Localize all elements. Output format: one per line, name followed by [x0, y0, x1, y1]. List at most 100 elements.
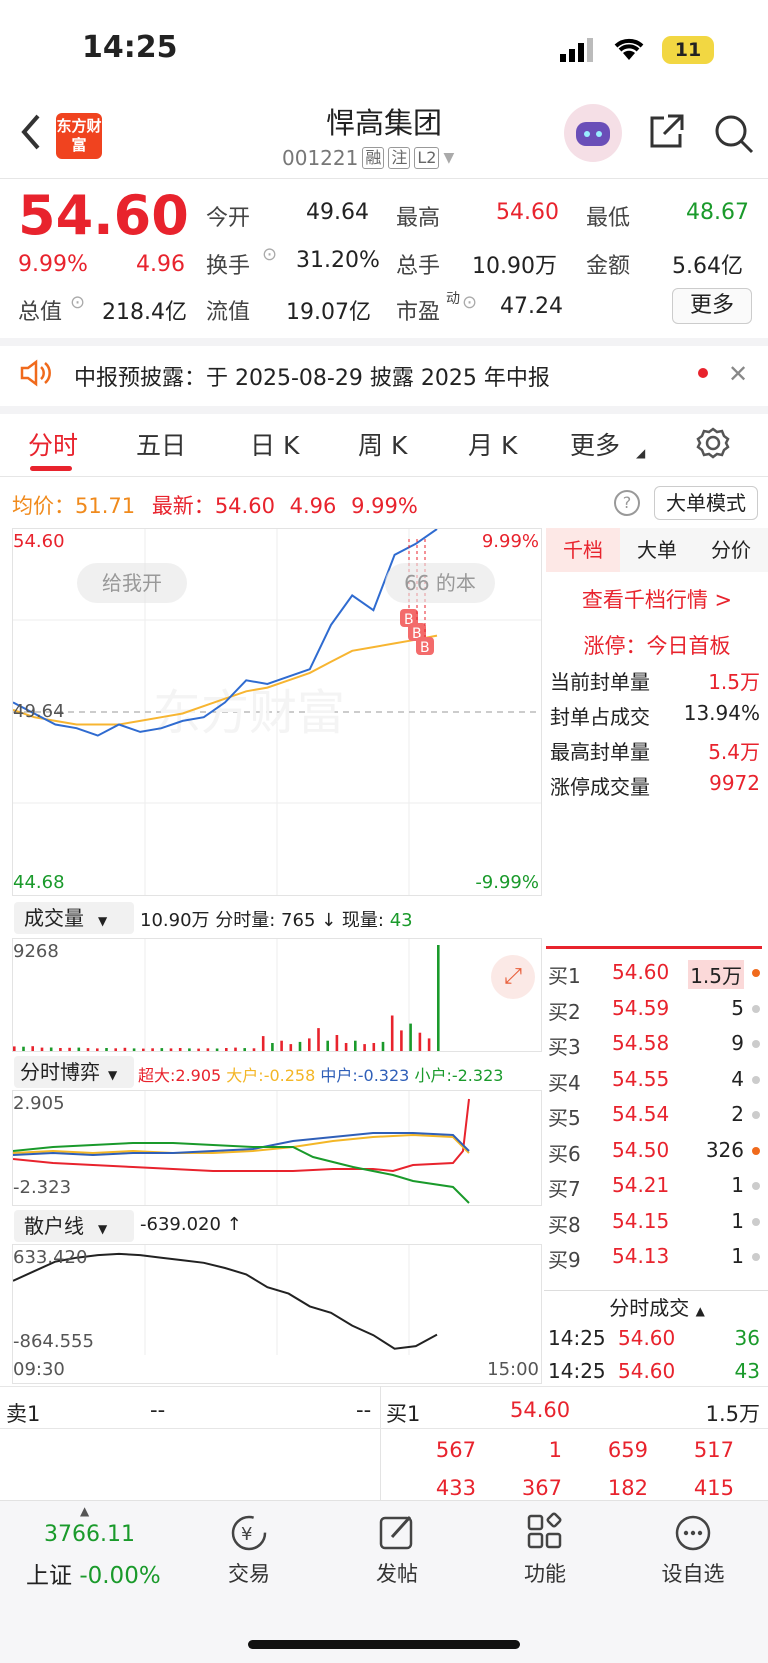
game-label: 分时博弈 — [20, 1060, 100, 1084]
latest-value: 54.60 — [214, 494, 275, 518]
depth-link[interactable]: 查看千档行情 > — [546, 584, 768, 614]
book-label: 买1 — [548, 964, 581, 988]
queue-volume: 433 — [435, 1476, 476, 1500]
book-vol: 2 — [731, 1102, 744, 1126]
order-dot — [752, 969, 760, 977]
book-vol: 9 — [731, 1031, 744, 1055]
tag-registered: 注 — [388, 147, 411, 169]
stat-label: 封单占成交 — [550, 705, 650, 729]
volume-bar — [317, 1028, 320, 1051]
stock-code-row[interactable]: 001221 融 注 L2 ▼ — [282, 146, 454, 170]
retail-chart[interactable]: 633.420 -864.555 09:30 15:00 — [12, 1244, 542, 1384]
stat-value: 5.4万 — [708, 740, 760, 764]
retail-ymax: 633.420 — [13, 1247, 88, 1268]
gear-icon[interactable] — [696, 426, 730, 464]
volume-bar — [354, 1040, 357, 1051]
latest-pct: 9.99% — [351, 494, 418, 518]
stat-value: 9972 — [709, 771, 760, 795]
index-change: -0.00% — [79, 1563, 161, 1589]
high-label: 最高 — [396, 206, 441, 231]
search-icon[interactable] — [712, 112, 756, 160]
volume-bar — [390, 1015, 394, 1051]
sell1-vol: -- — [356, 1398, 372, 1422]
nav-function[interactable]: 功能 — [490, 1512, 600, 1588]
book-vol: 4 — [731, 1066, 744, 1091]
mktcap-value: 218.4亿 — [102, 300, 187, 325]
float-label: 流值 — [206, 300, 251, 325]
trades-title: 分时成交 — [609, 1296, 690, 1320]
buy1-price: 54.60 — [510, 1398, 571, 1422]
y-axis-top: 54.60 — [13, 531, 65, 552]
retail-indicator-select[interactable]: 散户线 ▼ — [14, 1210, 134, 1242]
volume-label: 成交量 — [24, 906, 84, 930]
tab-weekly-k[interactable]: 周 K — [358, 426, 407, 462]
danmaku-bubble[interactable]: 给我开 — [77, 563, 187, 603]
nav-post[interactable]: 发帖 — [342, 1512, 452, 1588]
volume-bar — [40, 1047, 44, 1051]
amount-label: 金额 — [586, 254, 631, 279]
price-chart[interactable]: 东方财富 BBB 54.60 49.64 44.68 9.99% -9.99% … — [12, 528, 542, 896]
tab-daily-k[interactable]: 日 K — [250, 426, 299, 462]
latest-change: 4.96 — [289, 494, 337, 518]
caret-up-icon[interactable]: ▲ — [80, 1504, 89, 1518]
book-price: 54.58 — [612, 1031, 670, 1055]
pe-sup: 动 — [446, 291, 460, 307]
assistant-avatar-icon[interactable] — [564, 104, 622, 162]
game-indicator-select[interactable]: 分时博弈 ▼ — [14, 1056, 134, 1088]
home-indicator — [248, 1640, 520, 1649]
speaker-icon — [18, 358, 52, 392]
stock-code: 001221 — [282, 146, 359, 170]
stat-value: 13.94% — [683, 701, 760, 725]
help-icon[interactable]: ? — [614, 490, 640, 516]
more-button[interactable]: 更多 — [672, 288, 752, 324]
tab-five-day[interactable]: 五日 — [136, 426, 186, 462]
game-legend: 超大:2.905 大户:-0.258 中户:-0.323 小户:-2.323 — [138, 1062, 503, 1086]
trade-vol: 36 — [734, 1326, 760, 1350]
tab-monthly-k[interactable]: 月 K — [468, 426, 517, 462]
close-icon[interactable]: ✕ — [728, 360, 748, 388]
grid-icon — [490, 1512, 600, 1558]
chevron-down-icon[interactable]: ▼ — [443, 150, 454, 166]
volume-bar — [234, 1047, 237, 1051]
volume-bar — [77, 1047, 81, 1051]
float-value: 19.07亿 — [286, 300, 371, 325]
tab-underline — [30, 466, 72, 471]
info-icon[interactable]: ⊙ — [462, 292, 477, 313]
trades-header[interactable]: 分时成交 ▲ — [546, 1292, 768, 1324]
tab-more[interactable]: 更多 — [570, 426, 620, 462]
volume-chart[interactable]: 9268 ⤢ — [12, 938, 542, 1052]
order-dot — [752, 1182, 760, 1190]
turnover-value: 31.20% — [296, 248, 380, 273]
nav-trade[interactable]: ¥ 交易 — [194, 1512, 304, 1588]
volume-bar — [363, 1044, 366, 1051]
notice-text[interactable]: 中报预披露：于 2025-08-29 披露 2025 年中报 — [74, 360, 550, 392]
pct-axis-top: 9.99% — [481, 531, 539, 552]
expand-icon[interactable]: ⤢ — [491, 955, 535, 999]
tag-l2: L2 — [414, 147, 440, 169]
tab-intraday[interactable]: 分时 — [28, 426, 78, 462]
index-value[interactable]: 3766.11 — [44, 1522, 135, 1547]
game-chart[interactable]: 2.905 -2.323 — [12, 1090, 542, 1206]
info-icon[interactable]: ⊙ — [262, 244, 277, 265]
nav-trade-label: 交易 — [228, 1562, 270, 1586]
volume-bar — [178, 1048, 182, 1051]
volume-bar — [197, 1048, 200, 1051]
volume-bar — [381, 1041, 385, 1051]
y-axis-mid: 49.64 — [13, 701, 65, 722]
tab-price-dist[interactable]: 分价 — [694, 528, 768, 572]
tab-depth[interactable]: 千档 — [546, 528, 620, 572]
index-ticker[interactable]: 上证 -0.00% — [26, 1556, 161, 1590]
volume-bar — [49, 1047, 53, 1051]
book-vol: 5 — [731, 995, 744, 1020]
info-icon[interactable]: ⊙ — [70, 292, 85, 313]
volume-indicator-select[interactable]: 成交量 ▼ — [14, 902, 134, 934]
game-ymax: 2.905 — [13, 1093, 65, 1114]
volume-bar — [418, 1032, 422, 1051]
big-order-mode-button[interactable]: 大单模式 — [654, 486, 758, 520]
tab-big-order[interactable]: 大单 — [620, 528, 694, 572]
book-label: 买7 — [548, 1177, 581, 1201]
nav-add-watchlist[interactable]: 设自选 — [638, 1512, 748, 1588]
edit-icon — [342, 1512, 452, 1558]
share-icon[interactable] — [646, 112, 686, 156]
danmaku-bubble[interactable]: 66 的本 — [385, 563, 495, 603]
